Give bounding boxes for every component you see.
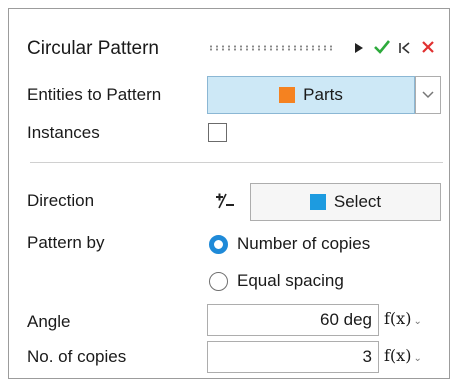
chevron-down-icon: ⌄ [413,353,422,364]
select-color-icon [309,194,326,210]
parts-color-icon [279,87,296,103]
entities-dropdown-button[interactable] [415,76,441,114]
copies-label: No. of copies [27,347,127,366]
fx-icon: f(x) [384,346,412,365]
fx-icon: f(x) [384,309,412,328]
entities-label: Entities to Pattern [27,85,162,104]
option-equal-spacing-label[interactable]: Equal spacing [237,271,344,291]
instances-checkbox[interactable] [208,123,227,142]
direction-select-button[interactable]: Select [250,183,441,221]
entities-parts-button[interactable]: Parts [207,76,415,114]
drag-handle[interactable] [208,45,334,51]
close-icon[interactable] [418,37,438,57]
radio-equal-spacing[interactable] [209,272,228,291]
pattern-by-label: Pattern by [27,233,105,252]
radio-number-of-copies[interactable] [209,235,228,254]
direction-select-label: Select [333,192,382,211]
play-icon[interactable] [350,38,368,58]
section-divider [30,162,443,163]
instances-label: Instances [27,123,100,142]
angle-input[interactable]: 60 deg [207,304,379,336]
copies-input[interactable]: 3 [207,341,379,373]
flip-direction-icon[interactable] [212,190,238,212]
chevron-down-icon [422,91,434,99]
reset-icon[interactable] [396,38,414,58]
option-number-of-copies-label[interactable]: Number of copies [237,234,370,254]
copies-fx-button[interactable]: f(x) ⌄ [384,346,422,365]
angle-label: Angle [27,312,71,331]
chevron-down-icon: ⌄ [413,316,422,327]
angle-fx-button[interactable]: f(x) ⌄ [384,309,422,328]
entities-button-label: Parts [303,85,343,104]
check-icon[interactable] [371,36,393,58]
panel-title: Circular Pattern [27,38,159,59]
direction-label: Direction [27,191,95,210]
